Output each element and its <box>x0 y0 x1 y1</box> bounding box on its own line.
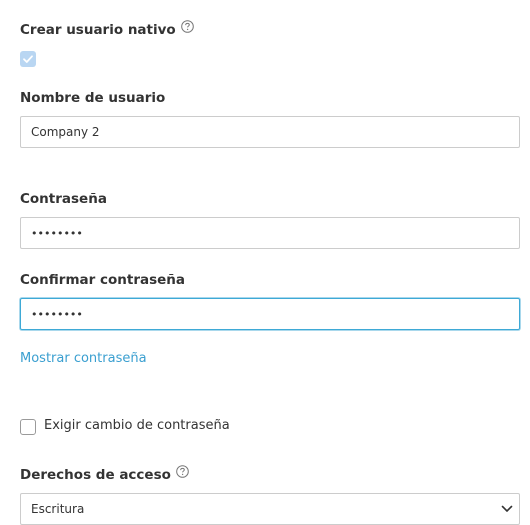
question-circle-icon[interactable] <box>176 465 189 483</box>
native-user-label: Crear usuario nativo <box>20 22 176 38</box>
access-rights-selected: Escritura <box>31 502 85 516</box>
password-value: •••••••• <box>31 227 83 240</box>
show-password-link[interactable]: Mostrar contraseña <box>20 351 147 366</box>
username-input[interactable]: Company 2 <box>20 116 520 148</box>
confirm-password-value: •••••••• <box>31 308 83 321</box>
confirm-password-label: Confirmar contraseña <box>20 272 186 288</box>
username-label: Nombre de usuario <box>20 90 166 106</box>
confirm-password-input[interactable]: •••••••• <box>20 298 520 330</box>
password-input[interactable]: •••••••• <box>20 217 520 249</box>
require-change-label[interactable]: Exigir cambio de contraseña <box>44 418 230 433</box>
password-label: Contraseña <box>20 191 107 207</box>
username-value: Company 2 <box>31 125 100 139</box>
chevron-down-icon <box>501 505 513 512</box>
access-rights-select[interactable]: Escritura <box>20 493 520 525</box>
native-user-label-row: Crear usuario nativo <box>20 20 194 39</box>
question-circle-icon[interactable] <box>180 20 194 38</box>
native-user-checkbox[interactable] <box>20 51 36 67</box>
checkmark-icon <box>23 55 33 63</box>
access-rights-label: Derechos de acceso <box>20 467 171 483</box>
require-change-checkbox[interactable] <box>20 419 36 435</box>
access-rights-label-row: Derechos de acceso <box>20 465 189 484</box>
